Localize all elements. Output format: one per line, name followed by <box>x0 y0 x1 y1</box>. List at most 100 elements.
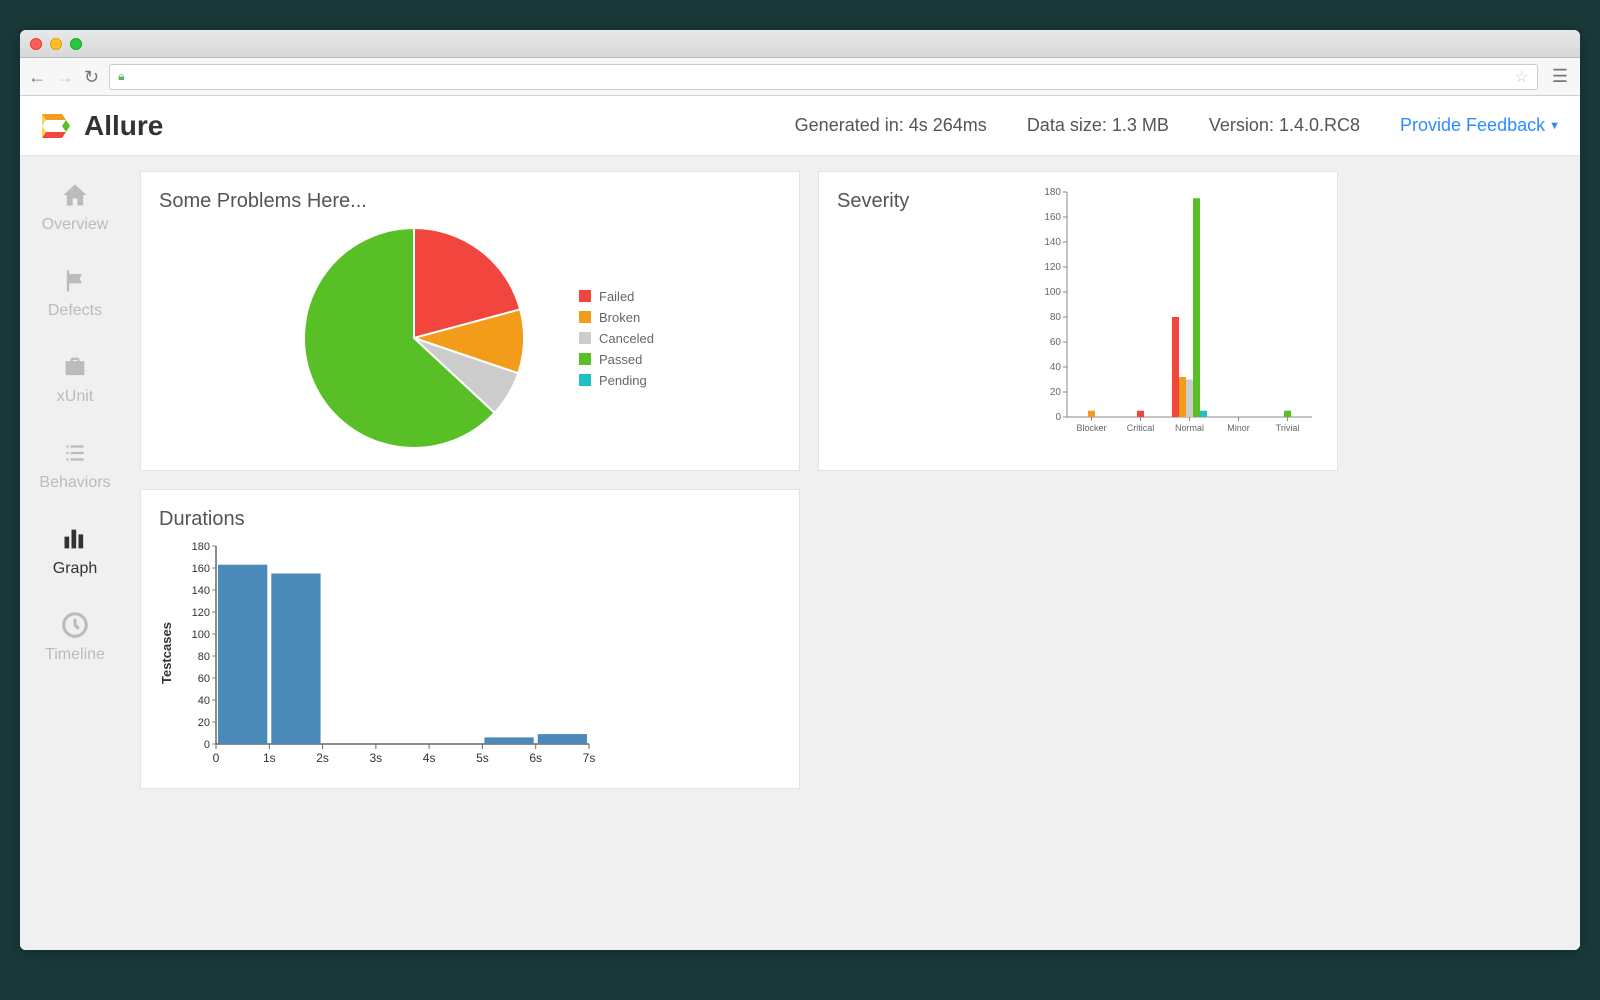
svg-text:Blocker: Blocker <box>1076 423 1106 433</box>
sidebar-item-xunit[interactable]: xUnit <box>20 346 130 412</box>
severity-bar-normal-broken[interactable] <box>1179 377 1186 417</box>
legend-label: Failed <box>599 289 634 304</box>
svg-text:40: 40 <box>198 695 210 707</box>
sidebar-item-timeline[interactable]: Timeline <box>20 604 130 670</box>
svg-text:2s: 2s <box>316 751 329 765</box>
durations-bar-5s[interactable] <box>484 737 533 744</box>
caret-down-icon: ▼ <box>1549 120 1560 132</box>
lock-icon: 🔒︎ <box>118 69 124 84</box>
legend-item-canceled[interactable]: Canceled <box>579 331 654 346</box>
svg-text:100: 100 <box>192 629 210 641</box>
svg-text:20: 20 <box>1050 387 1062 398</box>
svg-text:5s: 5s <box>476 751 489 765</box>
legend-label: Passed <box>599 352 642 367</box>
legend-swatch <box>579 374 591 386</box>
back-button[interactable]: ← <box>28 68 46 86</box>
svg-text:Critical: Critical <box>1127 423 1155 433</box>
durations-bar-1s[interactable] <box>271 574 320 745</box>
svg-text:80: 80 <box>1050 312 1062 323</box>
legend-swatch <box>579 311 591 323</box>
severity-bar-chart: 020406080100120140160180BlockerCriticalN… <box>1037 187 1317 437</box>
svg-text:7s: 7s <box>583 751 596 765</box>
svg-text:3s: 3s <box>370 751 383 765</box>
briefcase-icon <box>57 352 93 382</box>
clock-icon <box>57 610 93 640</box>
logo[interactable]: Allure <box>40 110 163 142</box>
severity-bar-normal-canceled[interactable] <box>1186 380 1193 418</box>
svg-text:120: 120 <box>192 607 210 619</box>
legend-label: Broken <box>599 310 640 325</box>
sidebar-item-graph[interactable]: Graph <box>20 518 130 584</box>
legend-swatch <box>579 290 591 302</box>
svg-text:60: 60 <box>1050 337 1062 348</box>
svg-text:180: 180 <box>192 541 210 553</box>
card-severity: Severity 020406080100120140160180Blocker… <box>818 171 1338 471</box>
severity-bar-blocker-broken[interactable] <box>1088 411 1095 417</box>
svg-text:Minor: Minor <box>1227 423 1250 433</box>
sidebar-item-overview[interactable]: Overview <box>20 174 130 240</box>
durations-bar-chart: 02040608010012014016018001s2s3s4s5s6s7s <box>184 541 594 766</box>
feedback-link[interactable]: Provide Feedback ▼ <box>1400 115 1560 136</box>
content-grid: Some Problems Here... Failed Broken Cancel… <box>130 156 1580 950</box>
window-titlebar <box>20 30 1580 58</box>
legend-label: Canceled <box>599 331 654 346</box>
forward-button[interactable]: → <box>56 68 74 86</box>
svg-text:140: 140 <box>192 585 210 597</box>
sidebar-item-label: Behaviors <box>39 474 110 492</box>
svg-text:100: 100 <box>1044 287 1061 298</box>
bars-icon <box>57 524 93 554</box>
sidebar: Overview Defects xUnit Behaviors Graph Timeli… <box>20 156 130 950</box>
sidebar-item-label: Defects <box>48 302 102 320</box>
allure-logo-icon <box>40 110 72 142</box>
window-close-button[interactable] <box>30 38 42 50</box>
severity-bar-normal-pending[interactable] <box>1200 411 1207 417</box>
sidebar-item-defects[interactable]: Defects <box>20 260 130 326</box>
bookmark-star-icon[interactable]: ☆ <box>1515 67 1529 87</box>
svg-text:0: 0 <box>1055 412 1061 423</box>
browser-toolbar: ← → ↻ 🔒︎ ☆ ☰ <box>20 58 1580 96</box>
svg-text:160: 160 <box>192 563 210 575</box>
severity-bar-normal-passed[interactable] <box>1193 198 1200 417</box>
svg-text:60: 60 <box>198 673 210 685</box>
datasize-metric: Data size: 1.3 MB <box>1027 115 1169 136</box>
svg-text:Normal: Normal <box>1175 423 1204 433</box>
reload-button[interactable]: ↻ <box>84 68 99 86</box>
sidebar-item-label: Overview <box>42 216 109 234</box>
svg-text:40: 40 <box>1050 362 1062 373</box>
svg-text:4s: 4s <box>423 751 436 765</box>
svg-text:80: 80 <box>198 651 210 663</box>
legend-item-broken[interactable]: Broken <box>579 310 654 325</box>
durations-bar-6s[interactable] <box>538 734 587 744</box>
legend-label: Pending <box>599 373 647 388</box>
sidebar-item-label: xUnit <box>57 388 93 406</box>
severity-bar-trivial-passed[interactable] <box>1284 411 1291 417</box>
legend-item-pending[interactable]: Pending <box>579 373 654 388</box>
browser-menu-button[interactable]: ☰ <box>1548 66 1572 87</box>
legend-item-passed[interactable]: Passed <box>579 352 654 367</box>
durations-bar-0[interactable] <box>218 565 267 744</box>
svg-text:120: 120 <box>1044 262 1061 273</box>
card-problems-title: Some Problems Here... <box>159 190 781 213</box>
sidebar-item-label: Graph <box>53 560 97 578</box>
problems-legend: Failed Broken Canceled Passed Pending <box>579 289 654 388</box>
card-durations: Durations Testcases 02040608010012014016… <box>140 489 800 789</box>
svg-text:Trivial: Trivial <box>1276 423 1300 433</box>
card-problems: Some Problems Here... Failed Broken Cancel… <box>140 171 800 471</box>
svg-text:0: 0 <box>213 751 220 765</box>
flag-icon <box>57 266 93 296</box>
header-metrics: Generated in: 4s 264ms Data size: 1.3 MB… <box>795 115 1560 136</box>
sidebar-item-behaviors[interactable]: Behaviors <box>20 432 130 498</box>
severity-bar-normal-failed[interactable] <box>1172 317 1179 417</box>
svg-text:1s: 1s <box>263 751 276 765</box>
app-title: Allure <box>84 110 163 142</box>
card-durations-title: Durations <box>159 508 781 531</box>
address-bar[interactable]: 🔒︎ ☆ <box>109 64 1538 90</box>
legend-swatch <box>579 353 591 365</box>
legend-item-failed[interactable]: Failed <box>579 289 654 304</box>
window-zoom-button[interactable] <box>70 38 82 50</box>
severity-bar-critical-failed[interactable] <box>1137 411 1144 417</box>
generated-metric: Generated in: 4s 264ms <box>795 115 987 136</box>
sidebar-item-label: Timeline <box>45 646 105 664</box>
list-icon <box>57 438 93 468</box>
window-minimize-button[interactable] <box>50 38 62 50</box>
